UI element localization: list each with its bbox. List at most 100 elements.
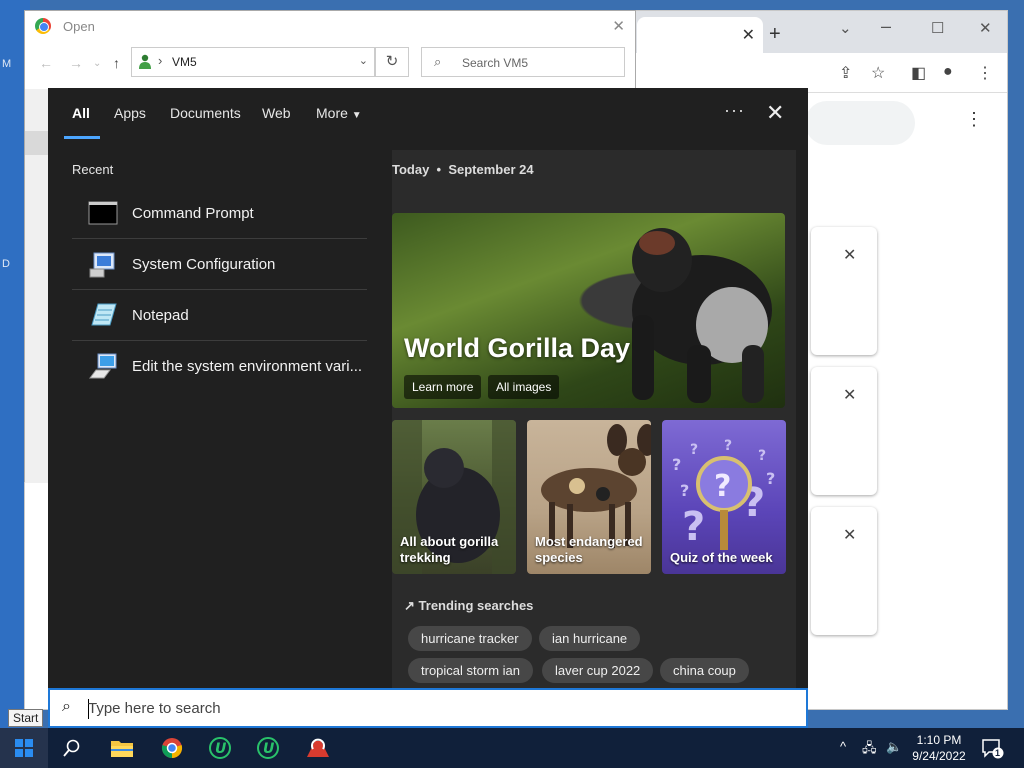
dialog-titlebar: Open ✕	[25, 11, 635, 43]
hero-card[interactable]: World Gorilla Day Learn more All images	[392, 213, 785, 408]
chrome-icon	[35, 18, 51, 34]
trending-chip[interactable]: china coup	[660, 658, 749, 683]
tile-gorilla-trekking[interactable]: All about gorilla trekking	[392, 420, 516, 574]
system-properties-icon	[89, 353, 117, 379]
app-taskbar-button[interactable]: U	[244, 728, 292, 768]
tile-quiz[interactable]: ? ? ? ? ? ? ? ? ? Quiz of the week	[662, 420, 786, 574]
ccleaner-taskbar-button[interactable]	[294, 728, 342, 768]
u-app-icon: U	[257, 737, 279, 759]
tab-all[interactable]: All	[72, 105, 90, 121]
more-options-icon[interactable]: ···	[724, 100, 745, 121]
network-icon[interactable]: 🖧	[862, 739, 877, 761]
trending-heading: ↗ Trending searches	[404, 598, 533, 614]
trending-chip[interactable]: tropical storm ian	[408, 658, 533, 683]
all-images-button[interactable]: All images	[488, 375, 560, 399]
chevron-up-icon[interactable]: ^	[840, 739, 846, 754]
menu-icon[interactable]: ⋮	[965, 109, 983, 130]
chrome-taskbar-button[interactable]	[148, 728, 196, 768]
maximize-icon[interactable]: ☐	[931, 19, 944, 37]
suggestion-card[interactable]: ✕	[811, 507, 877, 635]
address-text: VM5	[172, 55, 197, 69]
close-icon[interactable]: ✕	[766, 100, 784, 126]
suggestion-card[interactable]: ✕	[811, 367, 877, 495]
close-icon[interactable]: ✕	[843, 525, 856, 545]
tile-label: All about gorilla trekking	[400, 534, 499, 565]
app-taskbar-button[interactable]: U	[196, 728, 244, 768]
back-icon[interactable]: ←	[39, 55, 53, 71]
volume-icon[interactable]: 🔈	[886, 739, 902, 755]
trending-chip[interactable]: laver cup 2022	[542, 658, 654, 683]
search-icon	[63, 739, 80, 757]
svg-text:?: ?	[680, 481, 689, 500]
dialog-title: Open	[63, 19, 95, 34]
tile-endangered-species[interactable]: Most endangered species	[527, 420, 651, 574]
share-icon[interactable]: ⇪	[839, 63, 852, 83]
windows-logo-icon	[15, 739, 33, 757]
tab-documents[interactable]: Documents	[170, 105, 241, 121]
start-tooltip: Start	[8, 709, 44, 727]
nav-pane-item[interactable]	[25, 131, 49, 155]
start-button[interactable]	[0, 728, 48, 768]
search-input[interactable]: ⌕ Type here to search	[48, 688, 808, 728]
list-item[interactable]: Notepad	[72, 290, 367, 341]
svg-text:?: ?	[758, 448, 766, 464]
tile-label: Most endangered species	[535, 534, 643, 565]
minimize-icon[interactable]: –	[881, 16, 891, 37]
search-tabs: All Apps Documents Web More ▼ ··· ✕	[48, 88, 808, 140]
svg-text:U: U	[263, 741, 275, 757]
refresh-button[interactable]: ↻	[375, 47, 409, 77]
tab-web[interactable]: Web	[262, 105, 291, 121]
close-icon[interactable]: ✕	[612, 17, 625, 35]
close-window-icon[interactable]: ✕	[979, 19, 992, 37]
close-icon[interactable]: ✕	[843, 385, 856, 405]
chrome-tab[interactable]: ✕	[637, 17, 763, 53]
desktop-label: M	[2, 58, 12, 70]
file-explorer-button[interactable]	[98, 728, 146, 768]
search-taskbar-button[interactable]	[48, 728, 96, 768]
chevron-right-icon: ›	[158, 53, 163, 68]
list-item[interactable]: Edit the system environment vari...	[72, 341, 367, 392]
active-tab-indicator	[64, 136, 100, 139]
suggestion-card[interactable]: ✕	[811, 227, 877, 355]
menu-icon[interactable]: ⋮	[977, 63, 993, 83]
tab-more[interactable]: More ▼	[316, 105, 362, 121]
learn-more-button[interactable]: Learn more	[404, 375, 482, 399]
chevron-down-icon[interactable]: ⌄	[359, 54, 368, 67]
sidepanel-icon[interactable]: ◧	[911, 63, 926, 83]
new-tab-icon[interactable]: +	[769, 23, 781, 46]
address-bar[interactable]: › VM5 ⌄	[131, 47, 375, 77]
system-clock[interactable]: 1:10 PM 9/24/2022	[906, 732, 972, 764]
ccleaner-icon	[307, 738, 329, 757]
clock-date: 9/24/2022	[912, 749, 966, 763]
list-item-label: Notepad	[132, 307, 189, 324]
trending-chip[interactable]: hurricane tracker	[408, 626, 532, 651]
list-item[interactable]: Command Prompt	[72, 188, 367, 239]
star-icon[interactable]: ☆	[871, 63, 885, 83]
tab-apps[interactable]: Apps	[114, 105, 146, 121]
today-label: Today	[392, 162, 430, 177]
close-tab-icon[interactable]: ✕	[742, 25, 755, 45]
search-input[interactable]: ⌕ Search VM5	[421, 47, 625, 77]
svg-text:?: ?	[690, 442, 698, 458]
trending-title: Trending searches	[418, 598, 534, 613]
close-icon[interactable]: ✕	[843, 245, 856, 265]
notification-button[interactable]: 1	[980, 736, 1004, 765]
up-icon[interactable]: ↑	[113, 55, 120, 71]
msconfig-icon	[89, 252, 115, 278]
cmd-icon	[88, 201, 118, 225]
search-icon: ⌕	[434, 54, 442, 69]
chrome-icon	[161, 738, 183, 759]
trending-chip[interactable]: ian hurricane	[539, 626, 641, 651]
profile-icon[interactable]: ●	[943, 63, 953, 81]
svg-text:?: ?	[682, 504, 705, 550]
search-icon: ⌕	[62, 698, 71, 715]
list-item[interactable]: System Configuration	[72, 239, 367, 290]
search-bar[interactable]	[805, 101, 915, 145]
desktop-label: D	[2, 258, 10, 270]
forward-icon[interactable]: →	[69, 55, 83, 71]
gorilla-image	[632, 228, 772, 403]
search-placeholder: Search VM5	[462, 56, 529, 70]
recent-locations-icon[interactable]: ⌄	[93, 58, 101, 69]
chevron-down-icon[interactable]: ⌄	[839, 19, 852, 37]
date-label: September 24	[448, 162, 534, 177]
